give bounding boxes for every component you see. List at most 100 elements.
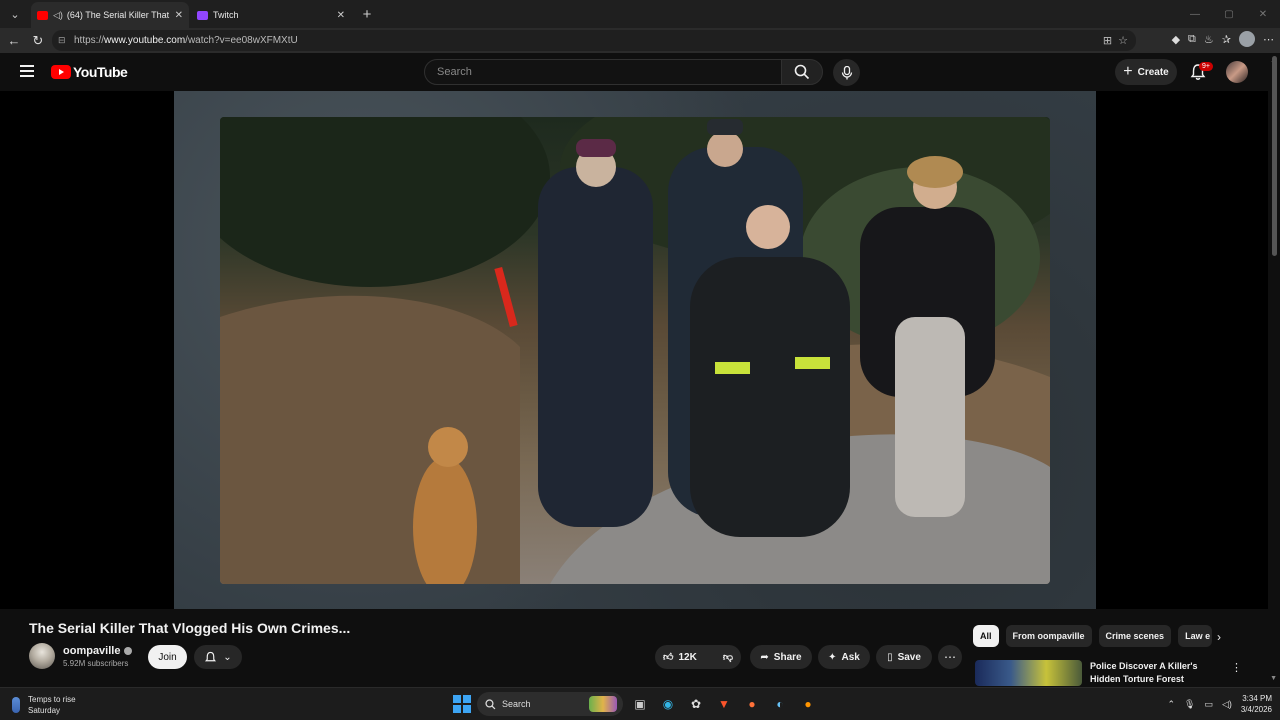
ask-button[interactable]: ✦ Ask [818, 645, 870, 669]
close-window-button[interactable]: ✕ [1246, 9, 1280, 20]
thermometer-icon [12, 697, 20, 713]
network-icon[interactable]: ▭ [1204, 699, 1213, 710]
channel-name[interactable]: oompaville [63, 645, 120, 657]
favorites-icon[interactable]: ✰ [1222, 33, 1231, 46]
subscriber-count: 5.92M subscribers [63, 659, 129, 668]
weather-line1: Temps to rise [28, 695, 76, 704]
profile-avatar[interactable] [1239, 31, 1255, 47]
chip-law[interactable]: Law e [1178, 625, 1213, 647]
like-button[interactable]: 👍︎ 12K [655, 645, 705, 669]
recommendation-title[interactable]: Police Discover A Killer's Hidden Tortur… [1090, 660, 1220, 686]
system-tray: ⌃ 🎙︎ ▭ ◁) 3:34 PM 3/4/2026 [1167, 693, 1272, 715]
share-button[interactable]: ➦ Share [750, 645, 812, 669]
search-button[interactable] [781, 59, 823, 85]
windows-start-icon[interactable] [453, 695, 471, 713]
notification-badge: 9+ [1199, 62, 1213, 71]
clock[interactable]: 3:34 PM 3/4/2026 [1241, 693, 1272, 715]
chip-all[interactable]: All [973, 625, 999, 647]
like-count: 12K [678, 651, 697, 663]
close-tab-icon[interactable]: ✕ [175, 10, 183, 21]
search-icon [794, 64, 810, 80]
chatgpt-icon[interactable]: ✿ [685, 693, 707, 715]
browser-tab-strip: ⌄ ◁) (64) The Serial Killer That Vlogged… [0, 0, 1280, 28]
clock-time: 3:34 PM [1242, 694, 1272, 703]
youtube-header: YouTube Search + Create [0, 53, 1280, 91]
create-label: Create [1137, 66, 1169, 78]
url-bar[interactable]: ⊟ https://www.youtube.com/watch?v=ee08wX… [52, 30, 1136, 51]
edge-browser-icon[interactable]: ◉ [657, 693, 679, 715]
page-scroll-down-icon[interactable]: ▼ [1270, 675, 1277, 682]
browser-toolbar-icons: ◆ ⧉ ♨ ✰ ⋯ [1172, 31, 1274, 47]
reload-icon[interactable]: ↻ [26, 33, 50, 49]
youtube-logo[interactable]: YouTube [51, 64, 128, 80]
search-input[interactable]: Search [424, 59, 782, 85]
save-button[interactable]: ▯ Save [876, 645, 932, 669]
tray-overflow-chevron-icon[interactable]: ⌃ [1167, 699, 1175, 710]
share-label: Share [773, 651, 802, 663]
taskbar-search-label: Search [502, 699, 531, 709]
share-arrow-icon: ➦ [760, 651, 769, 663]
task-view-icon[interactable]: ▣ [629, 693, 651, 715]
tab-youtube[interactable]: ◁) (64) The Serial Killer That Vlogged H… [31, 2, 189, 28]
subscription-bell-button[interactable]: ⌄ [194, 645, 242, 669]
voice-search-button[interactable] [833, 59, 860, 86]
extension-diamond-icon[interactable]: ◆ [1172, 33, 1180, 46]
thumbs-up-icon: 👍︎ [663, 652, 674, 663]
steam-icon[interactable]: ◐ [769, 693, 791, 715]
url-host: www.youtube.com [104, 35, 186, 46]
plus-icon: + [1123, 63, 1133, 80]
create-button[interactable]: + Create [1115, 59, 1177, 85]
omnibox-icons: ⊞ ☆ [1103, 30, 1128, 51]
extensions-puzzle-icon[interactable]: ⧉ [1188, 33, 1196, 46]
favorite-star-icon[interactable]: ☆ [1118, 34, 1128, 47]
firefox-alt-icon[interactable]: ● [797, 693, 819, 715]
youtube-play-icon [51, 65, 71, 79]
new-tab-button[interactable]: + [355, 6, 379, 23]
url-scheme: https:// [74, 35, 105, 46]
video-player[interactable] [0, 91, 1268, 609]
video-still-illustration [220, 117, 1050, 584]
chip-crime-scenes[interactable]: Crime scenes [1098, 625, 1172, 647]
verified-check-icon [124, 647, 133, 655]
bell-icon [205, 651, 217, 661]
video-title: The Serial Killer That Vlogged His Own C… [29, 620, 351, 636]
more-actions-icon[interactable]: ⋯ [938, 645, 962, 669]
tab-twitch[interactable]: Twitch ✕ [191, 2, 351, 28]
recommendation-thumbnail[interactable] [975, 660, 1082, 686]
weather-widget[interactable]: Temps to rise Saturday [12, 694, 76, 716]
taskbar-search[interactable]: Search [477, 692, 623, 716]
page-scrollbar[interactable] [1272, 56, 1277, 256]
brave-browser-icon[interactable]: ▼ [713, 693, 735, 715]
speaker-icon[interactable]: ◁) [53, 10, 63, 21]
volume-icon[interactable]: ◁) [1222, 699, 1232, 710]
back-arrow-icon[interactable]: ← [2, 33, 26, 48]
microphone-icon [841, 65, 852, 79]
close-tab-icon[interactable]: ✕ [337, 10, 345, 21]
thumbs-down-icon: 👎︎ [722, 652, 733, 663]
chip-from-channel[interactable]: From oompaville [1005, 625, 1092, 647]
tray-microphone-icon[interactable]: 🎙︎ [1184, 699, 1195, 710]
site-info-icon[interactable]: ⊟ [58, 35, 70, 46]
ask-label: Ask [841, 651, 860, 663]
bookmark-icon: ▯ [887, 651, 893, 663]
more-menu-icon[interactable]: ⋯ [1263, 33, 1274, 46]
chevron-right-icon[interactable]: › [1217, 630, 1221, 644]
app-install-icon[interactable]: ⊞ [1103, 34, 1112, 47]
minimize-button[interactable]: — [1178, 9, 1212, 20]
performance-icon[interactable]: ♨ [1204, 33, 1214, 46]
os-taskbar: Temps to rise Saturday Search ▣ ◉ ✿ ▼ ● … [0, 687, 1280, 720]
dislike-button[interactable]: 👎︎ [715, 645, 741, 669]
channel-name-row[interactable]: oompaville [63, 645, 133, 657]
user-avatar[interactable] [1226, 61, 1248, 83]
hamburger-menu-icon[interactable] [20, 65, 34, 77]
tab-actions-chevron-icon[interactable]: ⌄ [3, 3, 27, 25]
firefox-icon[interactable]: ● [741, 693, 763, 715]
related-filter-chips: All From oompaville Crime scenes Law e [973, 625, 1213, 647]
join-button[interactable]: Join [148, 645, 187, 669]
youtube-logo-text: YouTube [73, 64, 128, 80]
recommendation-menu-icon[interactable]: ⋮ [1231, 661, 1242, 674]
tab-title: Twitch [213, 10, 239, 20]
twitch-favicon-icon [197, 10, 208, 20]
channel-avatar[interactable] [29, 643, 55, 669]
maximize-button[interactable]: ▢ [1212, 9, 1246, 20]
